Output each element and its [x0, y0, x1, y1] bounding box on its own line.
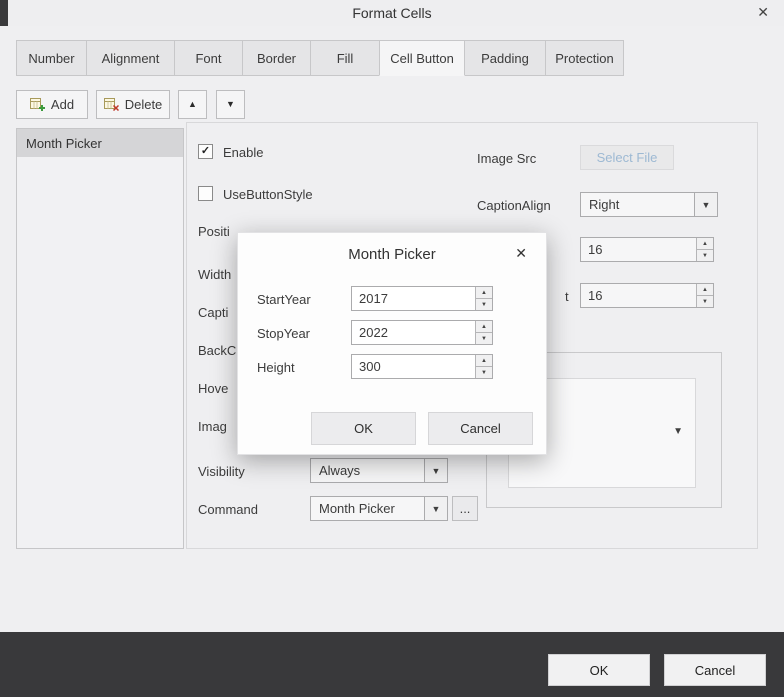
start-year-spin-buttons: ▲ ▼: [475, 287, 492, 310]
spin-up-icon[interactable]: ▲: [476, 287, 492, 299]
caption-align-label: CaptionAlign: [477, 198, 551, 213]
ok-button[interactable]: OK: [548, 654, 650, 686]
image-height-spinner[interactable]: ▲ ▼: [580, 283, 714, 308]
delete-button[interactable]: Delete: [96, 90, 170, 119]
command-dropdown[interactable]: Month Picker ▼: [310, 496, 448, 521]
command-label: Command: [198, 502, 258, 517]
use-button-style-checkbox[interactable]: [198, 186, 213, 201]
hover-label: Hove: [198, 381, 228, 396]
move-down-button[interactable]: ▼: [216, 90, 245, 119]
spin-down-icon[interactable]: ▼: [697, 296, 713, 307]
caption-align-value: Right: [581, 193, 694, 216]
month-picker-ok-button[interactable]: OK: [311, 412, 416, 445]
cancel-button[interactable]: Cancel: [664, 654, 766, 686]
tab-fill[interactable]: Fill: [310, 40, 380, 76]
visibility-label: Visibility: [198, 464, 245, 479]
window-close-icon[interactable]: ✕: [757, 4, 769, 21]
delete-icon: [104, 98, 119, 111]
stop-year-label: StopYear: [257, 326, 310, 341]
spin-up-icon[interactable]: ▲: [476, 355, 492, 367]
title-bar: Format Cells ✕: [0, 0, 784, 26]
month-picker-title: Month Picker: [238, 246, 546, 263]
select-file-button[interactable]: Select File: [580, 145, 674, 170]
tab-strip: Number Alignment Font Border Fill Cell B…: [16, 40, 624, 76]
spin-up-icon[interactable]: ▲: [697, 284, 713, 296]
height-spin-buttons: ▲ ▼: [475, 355, 492, 378]
stop-year-spin-buttons: ▲ ▼: [475, 321, 492, 344]
backcolor-label: BackC: [198, 343, 236, 358]
enable-checkbox[interactable]: ✓: [198, 144, 213, 159]
image-src-label: Image Src: [477, 151, 536, 166]
position-label: Positi: [198, 224, 230, 239]
tab-number[interactable]: Number: [16, 40, 87, 76]
start-year-spinner[interactable]: ▲ ▼: [351, 286, 493, 311]
add-icon: [30, 98, 45, 111]
move-up-button[interactable]: ▲: [178, 90, 207, 119]
caption-align-dropdown-arrow-icon[interactable]: ▼: [694, 193, 717, 216]
caption-align-dropdown[interactable]: Right ▼: [580, 192, 718, 217]
spin-down-icon[interactable]: ▼: [476, 333, 492, 344]
list-item-month-picker[interactable]: Month Picker: [17, 129, 183, 157]
width-label: Width: [198, 267, 231, 282]
month-picker-cancel-button[interactable]: Cancel: [428, 412, 533, 445]
image-width-spin-buttons: ▲ ▼: [696, 238, 713, 261]
visibility-value: Always: [311, 459, 424, 482]
height-label: Height: [257, 360, 295, 375]
tab-alignment[interactable]: Alignment: [86, 40, 175, 76]
image-width-spinner[interactable]: ▲ ▼: [580, 237, 714, 262]
stop-year-spinner[interactable]: ▲ ▼: [351, 320, 493, 345]
start-year-input[interactable]: [352, 287, 475, 310]
down-arrow-icon: ▼: [226, 100, 235, 109]
month-picker-dialog: Month Picker ✕ StartYear ▲ ▼ StopYear ▲ …: [237, 232, 547, 455]
image-height-label-fragment: t: [565, 289, 569, 304]
spin-down-icon[interactable]: ▼: [697, 250, 713, 261]
use-button-style-label: UseButtonStyle: [223, 187, 313, 202]
visibility-dropdown[interactable]: Always ▼: [310, 458, 448, 483]
format-cells-window: { "window": { "title": "Format Cells", "…: [0, 0, 784, 697]
command-dropdown-arrow-icon[interactable]: ▼: [424, 497, 447, 520]
image-height-spin-buttons: ▲ ▼: [696, 284, 713, 307]
stop-year-input[interactable]: [352, 321, 475, 344]
window-title: Format Cells: [0, 5, 784, 21]
caption-label: Capti: [198, 305, 228, 320]
cell-button-list: Month Picker: [16, 128, 184, 549]
spin-down-icon[interactable]: ▼: [476, 299, 492, 310]
command-more-button[interactable]: ...: [452, 496, 478, 521]
month-picker-close-icon[interactable]: ✕: [515, 245, 527, 262]
height-spinner[interactable]: ▲ ▼: [351, 354, 493, 379]
spin-up-icon[interactable]: ▲: [476, 321, 492, 333]
image-height-input[interactable]: [581, 284, 696, 307]
height-input[interactable]: [352, 355, 475, 378]
command-value: Month Picker: [311, 497, 424, 520]
tab-border[interactable]: Border: [242, 40, 311, 76]
check-icon: ✓: [201, 146, 210, 157]
tab-protection[interactable]: Protection: [545, 40, 624, 76]
image-width-input[interactable]: [581, 238, 696, 261]
add-button-label: Add: [51, 97, 74, 112]
tab-cell-button[interactable]: Cell Button: [379, 40, 465, 76]
tab-font[interactable]: Font: [174, 40, 243, 76]
window-corner: [0, 0, 8, 26]
start-year-label: StartYear: [257, 292, 311, 307]
image-label: Imag: [198, 419, 227, 434]
spin-up-icon[interactable]: ▲: [697, 238, 713, 250]
add-button[interactable]: Add: [16, 90, 88, 119]
spin-down-icon[interactable]: ▼: [476, 367, 492, 378]
up-arrow-icon: ▲: [188, 100, 197, 109]
tab-padding[interactable]: Padding: [464, 40, 546, 76]
enable-label: Enable: [223, 145, 263, 160]
visibility-dropdown-arrow-icon[interactable]: ▼: [424, 459, 447, 482]
preview-dropdown-icon[interactable]: ▼: [673, 427, 683, 437]
delete-button-label: Delete: [125, 97, 163, 112]
